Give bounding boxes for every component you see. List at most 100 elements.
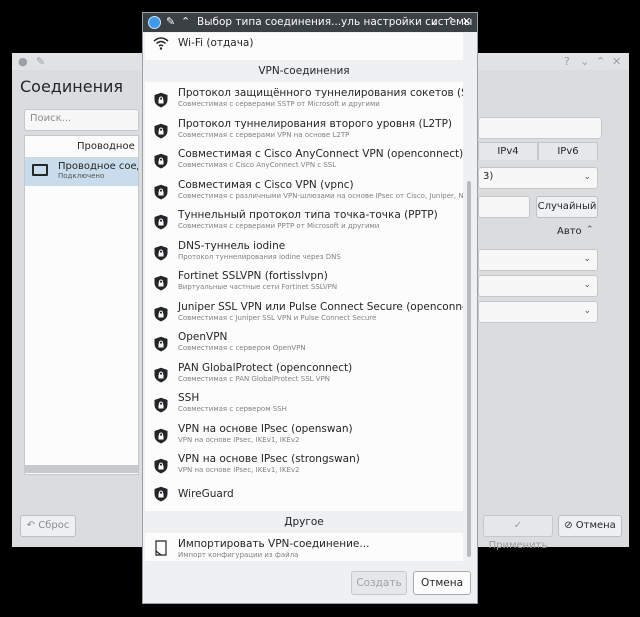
mac-field[interactable] — [478, 196, 530, 218]
list-item-import-vpn[interactable]: Импортировать VPN-соединение... Импорт к… — [145, 535, 463, 561]
select-field[interactable]: ⌄ — [478, 275, 598, 297]
vpn-item-title: Протокол туннелирования второго уровня (… — [178, 117, 453, 130]
pin-icon[interactable]: ✎ — [36, 55, 45, 68]
connection-list: Проводное Ethernet Проводное соединение … — [24, 135, 139, 475]
shield-lock-icon — [154, 153, 168, 169]
search-input[interactable]: Поиск... — [24, 109, 139, 131]
shield-lock-icon — [154, 486, 168, 501]
select-field[interactable]: ⌄ — [478, 249, 598, 271]
name-field[interactable] — [478, 117, 602, 139]
section-header-other: Другое — [145, 511, 463, 533]
minimize-icon[interactable]: ⌄ — [580, 55, 589, 68]
vertical-scrollbar[interactable] — [467, 181, 471, 557]
vpn-item-subtitle: Совместимая с серверами SSTP от Microsof… — [178, 100, 380, 108]
chevron-down-icon: ⌄ — [583, 172, 591, 182]
vpn-item[interactable]: Туннельный протокол типа точка-точка (PP… — [145, 207, 463, 237]
tab-ipv6[interactable]: IPv6 — [538, 142, 598, 160]
list-item-title: Wi-Fi (отдача) — [178, 37, 254, 49]
list-header: Проводное Ethernet — [25, 136, 138, 158]
reset-button[interactable]: ↶ Сброс — [20, 515, 76, 537]
help-button[interactable]: ? — [564, 55, 570, 68]
page-title: Соединения — [20, 77, 124, 96]
wifi-icon — [153, 37, 169, 50]
vpn-item-subtitle: Совместимая с различными VPN-шлюзами на … — [178, 191, 463, 200]
shield-lock-icon — [154, 336, 168, 352]
apply-button[interactable]: ✓ Применить — [483, 515, 553, 551]
vpn-item[interactable]: Fortinet SSLVPN (fortisslvpn) Виртуальные… — [145, 268, 463, 298]
vpn-item[interactable]: DNS-туннель iodine Протокол туннелировани… — [145, 238, 463, 268]
vpn-item[interactable]: PAN GlobalProtect (openconnect) Совместим… — [145, 360, 463, 390]
vpn-item-subtitle: Совместимая с серверами PPTP от Microsof… — [178, 222, 380, 230]
vpn-item-title: SSH — [178, 392, 200, 404]
vpn-item-title: WireGuard — [178, 487, 234, 500]
connection-type-list[interactable]: Wi-Fi (отдача) VPN-соединения Протокол з… — [145, 33, 463, 561]
random-button[interactable]: Случайный — [536, 196, 598, 218]
background-cancel-button[interactable]: ⊘ Отмена — [558, 515, 622, 537]
vpn-item-title: Совместимая с Cisco AnyConnect VPN (open… — [178, 148, 463, 160]
list-item-status: Подключено — [58, 172, 105, 180]
vpn-item[interactable]: Протокол защищённого туннелирования соке… — [145, 85, 463, 115]
vpn-item[interactable]: Совместимая с Cisco AnyConnect VPN (open… — [145, 146, 463, 176]
vpn-item-subtitle: Совместимая с сервером OpenVPN — [178, 344, 306, 352]
vpn-item-title: Совместимая с Cisco VPN (vpnc) — [178, 178, 354, 191]
vpn-item-subtitle: Совместимая с сервером SSH — [178, 405, 287, 413]
minimize-icon[interactable]: ⌄ — [430, 15, 439, 29]
vpn-item[interactable]: Совместимая с Cisco VPN (vpnc) Совместима… — [145, 177, 463, 207]
shield-lock-icon — [154, 275, 168, 291]
vpn-item[interactable]: VPN на основе IPsec (strongswan) VPN на о… — [145, 451, 463, 481]
list-item-wifi-hotspot[interactable]: Wi-Fi (отдача) — [145, 33, 463, 53]
shield-lock-icon — [154, 306, 168, 321]
app-icon — [148, 16, 161, 29]
vpn-item-title: Протокол защищённого туннелирования соке… — [178, 87, 463, 99]
section-header-vpn: VPN-соединения — [145, 60, 463, 82]
vpn-item-subtitle: Протокол туннелирования iodine через DNS — [178, 252, 341, 261]
chevron-down-icon: ⌄ — [583, 254, 591, 264]
vpn-item-subtitle: Совместимая с Cisco AnyConnect VPN с SSL — [178, 161, 337, 169]
vpn-item-subtitle: Совместимая с Juniper SSL VPN и Pulse Co… — [178, 313, 377, 322]
vpn-item-title: PAN GlobalProtect (openconnect) — [178, 361, 353, 374]
vpn-item-title: Туннельный протокол типа точка-точка (PP… — [178, 209, 438, 221]
vpn-item[interactable]: OpenVPN Совместимая с сервером OpenVPN — [145, 329, 463, 359]
vpn-item-subtitle: Совместимая с PAN GlobalProtect SSL VPN — [178, 374, 331, 383]
vpn-item-title: OpenVPN — [178, 331, 228, 343]
vpn-item[interactable]: SSH Совместимая с сервером SSH — [145, 390, 463, 420]
chevron-down-icon: ⌄ — [583, 280, 591, 290]
list-item-title: Импортировать VPN-соединение... — [178, 538, 370, 550]
maximize-icon[interactable]: ⌃ — [446, 15, 455, 29]
shield-lock-icon — [154, 397, 168, 413]
select-field[interactable]: ⌄ — [478, 301, 598, 323]
list-item[interactable]: Проводное соединение 1 Подключено — [25, 158, 138, 186]
create-button[interactable]: Создать — [351, 571, 407, 595]
tab-ipv4[interactable]: IPv4 — [478, 142, 538, 160]
spin-icon[interactable]: ⌃ — [586, 225, 594, 235]
vpn-item-title: VPN на основе IPsec (strongswan) — [178, 453, 360, 465]
vpn-item[interactable]: VPN на основе IPsec (openswan) VPN на осн… — [145, 421, 463, 451]
shield-lock-icon — [154, 92, 168, 108]
vpn-item-subtitle: Совместимая с серверами VPN на основе L2… — [178, 130, 350, 139]
vpn-item-subtitle: VPN на основе IPsec, IKEv1, IKEv2 — [178, 435, 300, 444]
computer-icon — [32, 164, 48, 176]
app-icon: ● — [18, 55, 28, 68]
connection-type-dialog: ✎ ⌃ Выбор типа соединения...уль настройк… — [142, 12, 478, 604]
vpn-item-subtitle: Виртуальные частные сети Fortinet SSLVPN — [178, 283, 338, 291]
vpn-item-title: Juniper SSL VPN или Pulse Connect Secure… — [178, 300, 463, 313]
horizontal-scrollbar[interactable] — [24, 465, 139, 473]
cancel-button[interactable]: Отмена — [413, 571, 471, 595]
vpn-item-title: Fortinet SSLVPN (fortisslvpn) — [178, 270, 328, 282]
device-select[interactable]: 3) ⌄ — [478, 167, 598, 189]
vpn-item-title: DNS-туннель iodine — [178, 239, 286, 252]
vpn-item-title: VPN на основе IPsec (openswan) — [178, 422, 353, 435]
close-icon[interactable]: ✕ — [462, 15, 471, 29]
keep-above-icon[interactable]: ⌃ — [181, 15, 190, 29]
list-item-title: Проводное соединение 1 — [58, 161, 138, 172]
shield-lock-icon — [154, 184, 168, 199]
vpn-item[interactable]: WireGuard — [145, 482, 463, 512]
shield-lock-icon — [154, 367, 168, 382]
vpn-item[interactable]: Протокол туннелирования второго уровня (… — [145, 116, 463, 146]
maximize-icon[interactable]: ⌃ — [596, 55, 605, 68]
mtu-value[interactable]: Авто — [557, 226, 582, 237]
dialog-titlebar: ✎ ⌃ Выбор типа соединения...уль настройк… — [143, 13, 477, 32]
vpn-item[interactable]: Juniper SSL VPN или Pulse Connect Secure… — [145, 299, 463, 329]
close-icon[interactable]: ✕ — [612, 55, 621, 68]
pin-icon[interactable]: ✎ — [166, 15, 175, 29]
